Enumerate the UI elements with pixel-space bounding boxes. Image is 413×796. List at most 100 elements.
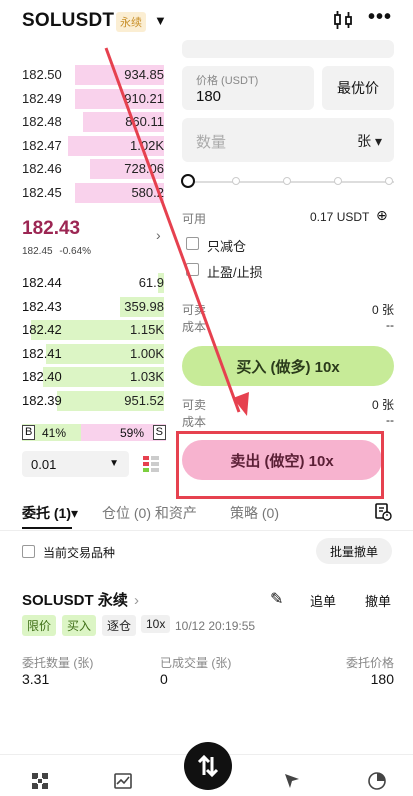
symbol-title[interactable]: SOLUSDT bbox=[22, 10, 114, 32]
chevron-right-icon: › bbox=[134, 592, 140, 609]
active-tab-indicator bbox=[22, 527, 72, 529]
slider-step-25[interactable] bbox=[232, 177, 240, 185]
symbol-dropdown-icon[interactable]: ▼ bbox=[154, 13, 167, 28]
tab-positions[interactable]: 仓位 (0) 和资产 bbox=[102, 503, 197, 523]
quantity-input[interactable]: 数量 张 ▾ bbox=[182, 118, 394, 162]
bid-quantity: 359.98 bbox=[124, 298, 164, 314]
ask-row[interactable]: 182.45 580.2 bbox=[0, 182, 170, 204]
order-history-icon[interactable] bbox=[374, 503, 392, 521]
ask-quantity: 910.21 bbox=[124, 90, 164, 106]
bid-quantity: 1.15K bbox=[130, 322, 164, 337]
sell-percent: 59% bbox=[119, 426, 144, 440]
discover-icon[interactable] bbox=[282, 771, 302, 791]
slider-step-100[interactable] bbox=[385, 177, 393, 185]
slider-step-50[interactable] bbox=[283, 177, 291, 185]
order-price-label: 委托价格 bbox=[345, 656, 394, 670]
bid-price: 182.42 bbox=[22, 322, 62, 337]
chart-icon[interactable] bbox=[113, 771, 133, 791]
buy-available-value: 0 张 bbox=[371, 303, 394, 317]
reduce-only-label: 只减仓 bbox=[207, 239, 247, 254]
bid-row[interactable]: 182.40 1.03K bbox=[0, 366, 170, 388]
precision-select[interactable]: 0.01 ▼ bbox=[22, 451, 129, 477]
header: SOLUSDT 永续 ▼ ••• bbox=[0, 0, 413, 42]
buy-cost-label: 成本 bbox=[182, 320, 207, 334]
last-price: 182.43 bbox=[22, 218, 81, 239]
buy-long-button[interactable]: 买入 (做多) 10x bbox=[182, 346, 394, 386]
quantity-placeholder: 数量 bbox=[196, 134, 227, 151]
tp-sl-checkbox[interactable] bbox=[186, 263, 199, 276]
precision-value: 0.01 bbox=[31, 457, 57, 472]
order-type-field[interactable] bbox=[182, 40, 394, 58]
ask-row[interactable]: 182.46 728.06 bbox=[0, 158, 170, 180]
edit-icon[interactable]: ✎ bbox=[270, 589, 283, 609]
available-value: 0.17 USDT bbox=[310, 210, 370, 224]
mark-price: 182.45 bbox=[22, 246, 53, 257]
best-price-button[interactable]: 最优价 bbox=[322, 66, 394, 110]
ask-row[interactable]: 182.50 934.85 bbox=[0, 64, 170, 86]
margin-mode-tag: 逐仓 bbox=[102, 615, 137, 636]
ask-price: 182.49 bbox=[22, 90, 62, 106]
mark-price-change: 182.45 -0.64% bbox=[22, 246, 91, 257]
tp-sl-label: 止盈/止损 bbox=[207, 265, 263, 280]
ask-price: 182.46 bbox=[22, 161, 62, 176]
ask-price: 182.50 bbox=[22, 67, 62, 82]
more-menu-icon[interactable]: ••• bbox=[368, 6, 392, 29]
swap-arrows-icon bbox=[197, 754, 219, 778]
sell-cost-value: -- bbox=[386, 413, 394, 427]
trade-button[interactable] bbox=[184, 742, 232, 790]
buy-percent: 41% bbox=[42, 426, 67, 440]
order-price-value: 180 bbox=[370, 671, 394, 687]
add-funds-icon[interactable]: ⊕ bbox=[376, 207, 388, 224]
ask-row[interactable]: 182.48 860.11 bbox=[0, 111, 170, 133]
buy-tag: B bbox=[22, 425, 36, 440]
ask-price: 182.45 bbox=[22, 184, 62, 200]
chase-order-button[interactable]: 追单 bbox=[310, 591, 336, 610]
sell-tag: S bbox=[152, 425, 166, 440]
cancel-order-button[interactable]: 撤单 bbox=[365, 591, 391, 610]
ask-row[interactable]: 182.47 1.02K bbox=[0, 135, 170, 157]
bid-row[interactable]: 182.44 61.9 bbox=[0, 272, 170, 294]
bid-quantity: 1.00K bbox=[130, 345, 164, 361]
sell-available-label: 可卖 bbox=[182, 398, 207, 412]
reduce-only-checkbox[interactable] bbox=[186, 237, 199, 250]
tab-strategies[interactable]: 策略 (0) bbox=[230, 503, 279, 523]
price-change: -0.64% bbox=[59, 246, 92, 257]
buy-sell-ratio-bar: B 41% 59% S bbox=[22, 424, 166, 441]
bid-row[interactable]: 182.41 1.00K bbox=[0, 343, 170, 365]
orderbook-layout-icon[interactable] bbox=[142, 455, 160, 473]
perpetual-tag: 永续 bbox=[116, 12, 146, 32]
bid-quantity: 1.03K bbox=[130, 369, 164, 384]
bid-price: 182.39 bbox=[22, 392, 62, 408]
assets-icon[interactable] bbox=[367, 771, 387, 791]
current-symbol-checkbox[interactable] bbox=[22, 545, 35, 558]
order-symbol[interactable]: SOLUSDT 永续 › bbox=[22, 589, 139, 610]
bid-quantity: 61.9 bbox=[138, 275, 164, 290]
bid-price: 182.40 bbox=[22, 369, 62, 384]
bid-price: 182.44 bbox=[22, 275, 62, 290]
buy-available-label: 可卖 bbox=[182, 303, 207, 317]
current-symbol-label: 当前交易品种 bbox=[43, 546, 116, 560]
tab-orders[interactable]: 委托 (1)▾ bbox=[22, 503, 78, 523]
slider-handle[interactable] bbox=[181, 174, 195, 188]
candlestick-chart-icon[interactable] bbox=[332, 8, 354, 32]
quantity-unit-select[interactable]: 张 ▾ bbox=[357, 131, 382, 151]
price-value: 180 bbox=[196, 88, 222, 105]
ask-price: 182.48 bbox=[22, 114, 62, 129]
bid-price: 182.43 bbox=[22, 298, 62, 314]
markets-icon[interactable] bbox=[30, 771, 50, 791]
batch-cancel-button[interactable]: 批量撤单 bbox=[316, 538, 392, 564]
price-input[interactable]: 价格 (USDT) 180 bbox=[182, 66, 314, 110]
bid-price: 182.41 bbox=[22, 345, 62, 361]
order-qty-value: 3.31 bbox=[22, 671, 50, 687]
chevron-right-icon[interactable]: › bbox=[156, 227, 161, 243]
bid-row[interactable]: 182.39 951.52 bbox=[0, 390, 170, 412]
bid-row[interactable]: 182.43 359.98 bbox=[0, 296, 170, 318]
ask-row[interactable]: 182.49 910.21 bbox=[0, 88, 170, 110]
chevron-down-icon: ▼ bbox=[109, 458, 119, 469]
slider-step-75[interactable] bbox=[334, 177, 342, 185]
leverage-tag: 10x bbox=[141, 615, 171, 633]
filled-qty-label: 已成交量 (张) bbox=[160, 656, 232, 670]
bid-row[interactable]: 182.42 1.15K bbox=[0, 319, 170, 341]
ask-price: 182.47 bbox=[22, 137, 62, 153]
available-label: 可用 bbox=[182, 212, 207, 226]
